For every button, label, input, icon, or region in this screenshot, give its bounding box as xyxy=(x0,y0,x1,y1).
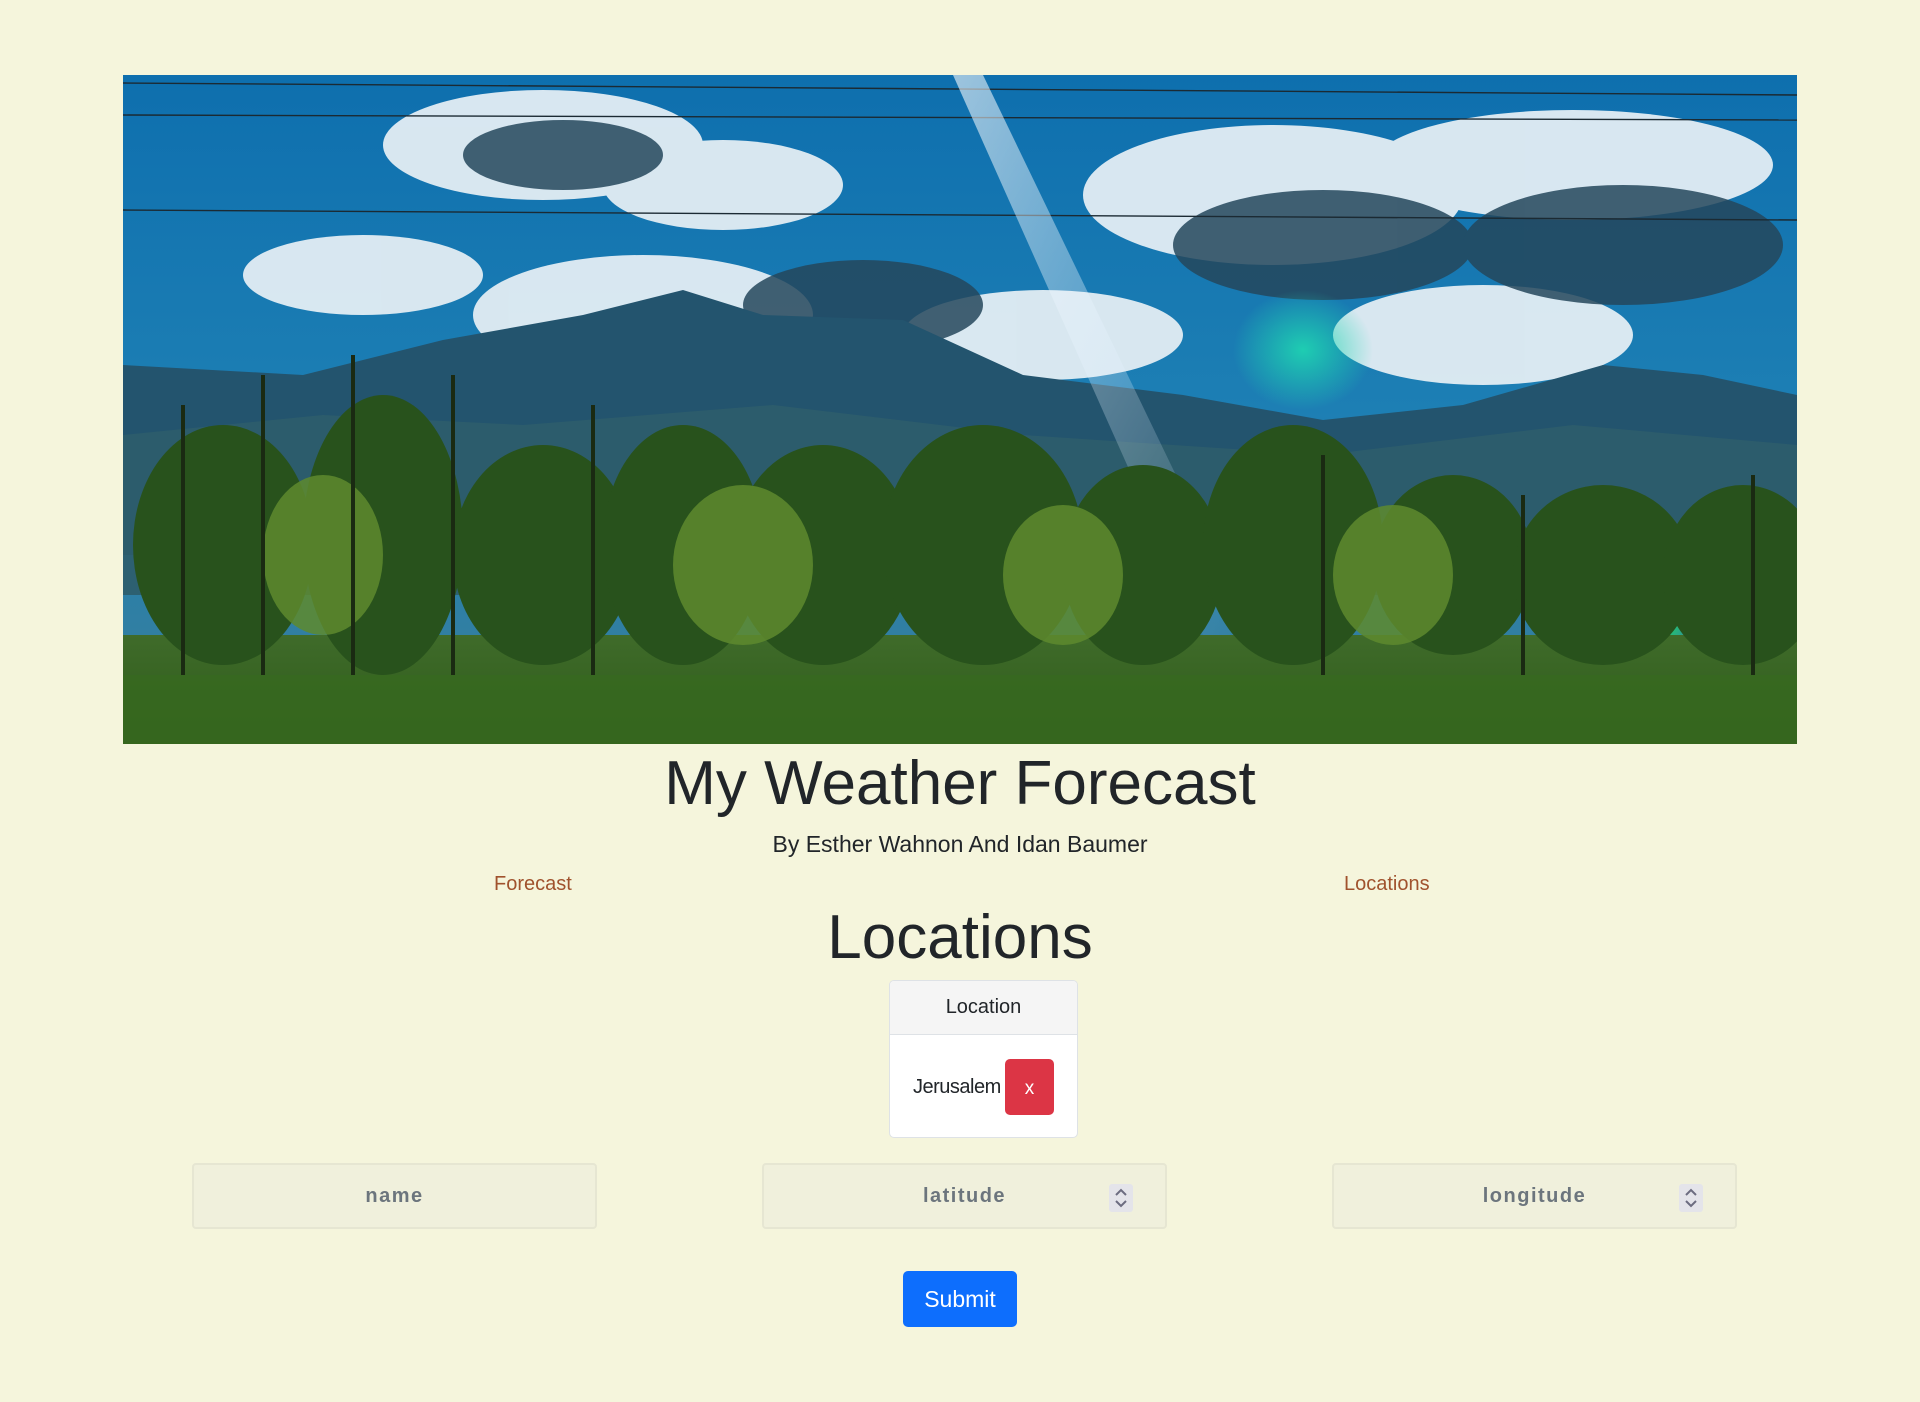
longitude-field xyxy=(1332,1163,1737,1229)
submit-button[interactable]: Submit xyxy=(903,1271,1017,1327)
page-title: My Weather Forecast xyxy=(664,749,1256,818)
latitude-input[interactable] xyxy=(764,1165,1165,1227)
delete-location-button[interactable]: x xyxy=(1005,1059,1054,1115)
nav-link-forecast[interactable]: Forecast xyxy=(494,870,572,898)
name-field xyxy=(192,1163,597,1229)
chevron-up-down-icon[interactable] xyxy=(1109,1184,1133,1212)
banner-image xyxy=(123,75,1797,744)
table-row: Jerusalem x xyxy=(890,1035,1077,1137)
latitude-field xyxy=(762,1163,1167,1229)
chevron-up-down-icon[interactable] xyxy=(1679,1184,1703,1212)
location-name: Jerusalem xyxy=(913,1076,1001,1098)
longitude-input[interactable] xyxy=(1334,1165,1735,1227)
table-column-header: Location xyxy=(890,981,1077,1035)
nav-link-locations[interactable]: Locations xyxy=(1344,870,1430,898)
name-input[interactable] xyxy=(194,1165,595,1227)
page-subtitle: By Esther Wahnon And Idan Baumer xyxy=(772,831,1148,857)
section-heading: Locations xyxy=(827,903,1093,972)
locations-table: Location Jerusalem x xyxy=(889,980,1078,1138)
